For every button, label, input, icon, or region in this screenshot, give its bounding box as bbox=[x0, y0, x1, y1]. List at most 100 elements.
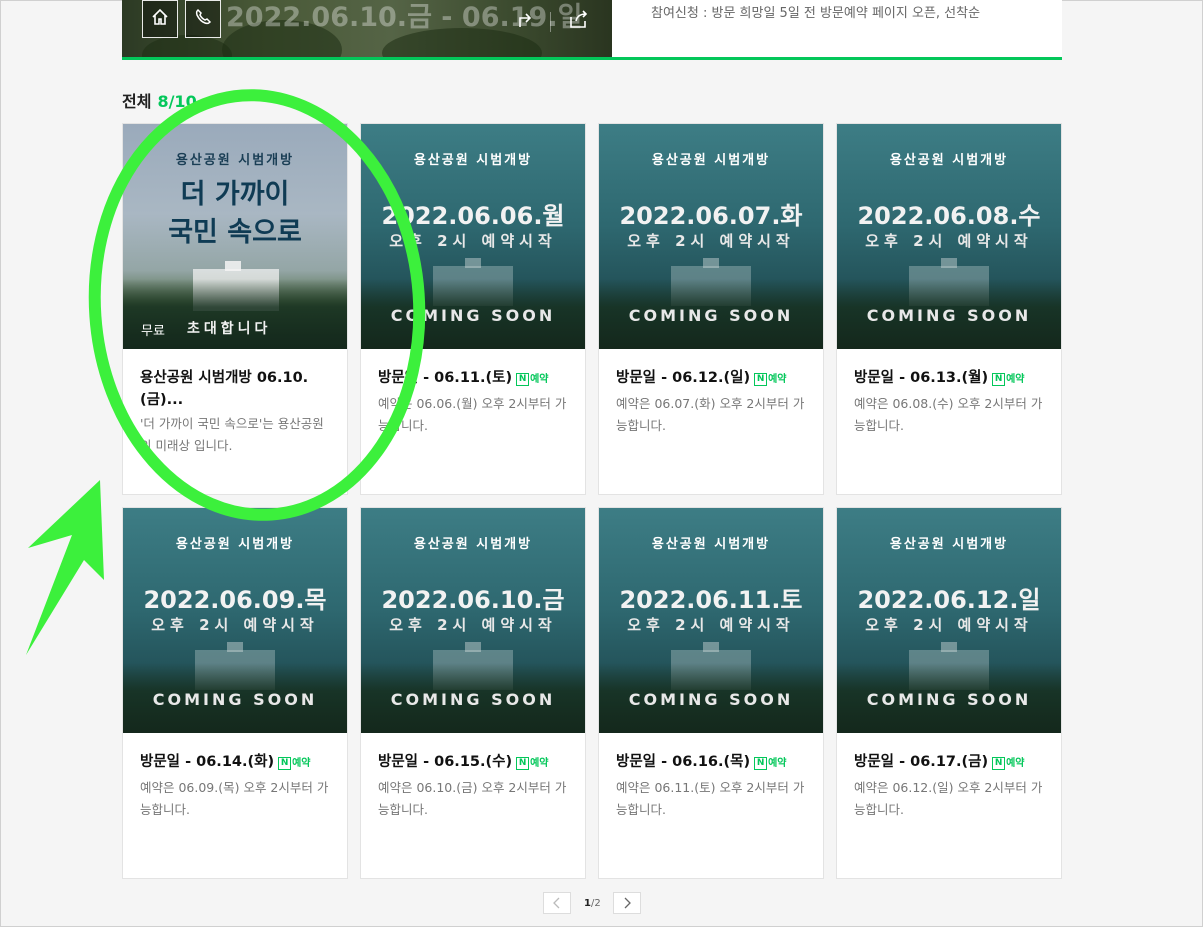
card-title[interactable]: 방문일 - 06.13.(월) N 예약 bbox=[854, 367, 1047, 391]
list-item[interactable]: 용산공원 시범개방 2022.06.08.수 오후 2시 예약시작 COMING… bbox=[836, 123, 1062, 495]
thumb-time: 오후 2시 예약시작 bbox=[627, 616, 795, 634]
thumb-time: 오후 2시 예약시작 bbox=[389, 232, 557, 250]
naver-n-icon: N bbox=[278, 757, 292, 770]
home-icon bbox=[150, 7, 170, 31]
thumb-time: 오후 2시 예약시작 bbox=[151, 616, 319, 634]
thumb-time: 오후 2시 예약시작 bbox=[389, 616, 557, 634]
thumb-coming-soon: COMING SOON bbox=[866, 690, 1032, 709]
event-banner: 2022.06.10.금 - 06.19.일 참여신청 : 방문 희망일 5일 … bbox=[122, 0, 1062, 58]
card-body: 방문일 - 06.14.(화) N 예약 예약은 06.09.(목) 오후 2시부터… bbox=[140, 751, 333, 821]
thumb-coming-soon: COMING SOON bbox=[152, 690, 318, 709]
list-count: 전체 8/10 bbox=[122, 88, 197, 112]
card-title[interactable]: 용산공원 시범개방 06.10.(금)... bbox=[140, 367, 333, 411]
reserve-label: 예약 bbox=[768, 373, 787, 385]
card-thumbnail: 용산공원 시범개방 더 가까이 국민 속으로 무료 초대합니다 bbox=[123, 124, 347, 349]
naver-reserve-badge[interactable]: N 예약 bbox=[754, 753, 787, 775]
list-item[interactable]: 용산공원 시범개방 2022.06.11.토 오후 2시 예약시작 COMING… bbox=[598, 507, 824, 879]
list-item-featured[interactable]: 용산공원 시범개방 더 가까이 국민 속으로 무료 초대합니다 용산공원 시범개… bbox=[122, 123, 348, 495]
thumb-date: 2022.06.11.토 bbox=[619, 586, 803, 614]
banner-image: 2022.06.10.금 - 06.19.일 bbox=[122, 0, 612, 58]
card-body: 방문일 - 06.16.(목) N 예약 예약은 06.11.(토) 오후 2시부터… bbox=[616, 751, 809, 821]
naver-reserve-badge[interactable]: N 예약 bbox=[992, 753, 1025, 775]
list-item[interactable]: 용산공원 시범개방 2022.06.07.화 오후 2시 예약시작 COMING… bbox=[598, 123, 824, 495]
card-body: 방문일 - 06.13.(월) N 예약 예약은 06.08.(수) 오후 2시부터… bbox=[854, 367, 1047, 437]
home-button[interactable] bbox=[142, 0, 178, 38]
banner-underline bbox=[122, 57, 1062, 60]
thumb-date: 2022.06.06.월 bbox=[381, 202, 565, 230]
card-thumbnail: 용산공원 시범개방 2022.06.09.목 오후 2시 예약시작 COMING… bbox=[123, 508, 347, 733]
directions-icon bbox=[514, 8, 536, 34]
thumb-subtitle: 용산공원 시범개방 bbox=[651, 537, 771, 552]
next-page-button[interactable] bbox=[613, 892, 641, 914]
thumb-date: 2022.06.07.화 bbox=[619, 202, 803, 230]
page-current: 1 bbox=[584, 898, 591, 909]
card-title[interactable]: 방문일 - 06.17.(금) N 예약 bbox=[854, 751, 1047, 775]
thumb-coming-soon: COMING SOON bbox=[390, 690, 556, 709]
reserve-label: 예약 bbox=[530, 373, 549, 385]
phone-icon bbox=[193, 7, 213, 31]
thumb-time: 오후 2시 예약시작 bbox=[865, 232, 1033, 250]
thumb-subtitle: 용산공원 시범개방 bbox=[889, 153, 1009, 168]
thumb-headline: 더 가까이 국민 속으로 bbox=[123, 176, 347, 252]
card-body: 방문일 - 06.11.(토) N 예약 예약은 06.06.(월) 오후 2시부터… bbox=[378, 367, 571, 437]
thumb-date: 2022.06.10.금 bbox=[381, 586, 565, 614]
naver-reserve-badge[interactable]: N 예약 bbox=[516, 369, 549, 391]
naver-n-icon: N bbox=[754, 373, 768, 386]
card-title[interactable]: 방문일 - 06.14.(화) N 예약 bbox=[140, 751, 333, 775]
card-title-text: 방문일 - 06.11.(토) bbox=[378, 370, 513, 386]
call-button[interactable] bbox=[185, 0, 221, 38]
card-body: 방문일 - 06.15.(수) N 예약 예약은 06.10.(금) 오후 2시부터… bbox=[378, 751, 571, 821]
free-badge: 무료 bbox=[141, 324, 165, 339]
page-total: /2 bbox=[590, 898, 601, 909]
reserve-label: 예약 bbox=[292, 757, 311, 769]
list-item[interactable]: 용산공원 시범개방 2022.06.09.목 오후 2시 예약시작 COMING… bbox=[122, 507, 348, 879]
card-title-text: 방문일 - 06.16.(목) bbox=[616, 754, 751, 770]
card-description: 예약은 06.07.(화) 오후 2시부터 가능합니다. bbox=[616, 395, 805, 433]
thumb-coming-soon: COMING SOON bbox=[390, 306, 556, 325]
card-title[interactable]: 방문일 - 06.16.(목) N 예약 bbox=[616, 751, 809, 775]
card-description: 예약은 06.09.(목) 오후 2시부터 가능합니다. bbox=[140, 779, 329, 817]
thumb-subtitle: 용산공원 시범개방 bbox=[889, 537, 1009, 552]
card-title-text: 방문일 - 06.15.(수) bbox=[378, 754, 513, 770]
card-title-text: 방문일 - 06.14.(화) bbox=[140, 754, 275, 770]
card-thumbnail: 용산공원 시범개방 2022.06.07.화 오후 2시 예약시작 COMING… bbox=[599, 124, 823, 349]
list-item[interactable]: 용산공원 시범개방 2022.06.10.금 오후 2시 예약시작 COMING… bbox=[360, 507, 586, 879]
naver-reserve-badge[interactable]: N 예약 bbox=[278, 753, 311, 775]
thumb-headline-line2: 국민 속으로 bbox=[168, 217, 302, 248]
list-item[interactable]: 용산공원 시범개방 2022.06.12.일 오후 2시 예약시작 COMING… bbox=[836, 507, 1062, 879]
card-body: 방문일 - 06.17.(금) N 예약 예약은 06.12.(일) 오후 2시부터… bbox=[854, 751, 1047, 821]
naver-reserve-badge[interactable]: N 예약 bbox=[516, 753, 549, 775]
thumb-date: 2022.06.09.목 bbox=[143, 586, 327, 614]
reserve-label: 예약 bbox=[530, 757, 549, 769]
card-thumbnail: 용산공원 시범개방 2022.06.10.금 오후 2시 예약시작 COMING… bbox=[361, 508, 585, 733]
directions-button[interactable] bbox=[514, 10, 536, 32]
thumb-subtitle: 용산공원 시범개방 bbox=[175, 537, 295, 552]
card-description: 예약은 06.08.(수) 오후 2시부터 가능합니다. bbox=[854, 395, 1043, 433]
thumb-coming-soon: COMING SOON bbox=[866, 306, 1032, 325]
share-icon bbox=[568, 8, 590, 34]
naver-reserve-badge[interactable]: N 예약 bbox=[992, 369, 1025, 391]
list-item[interactable]: 용산공원 시범개방 2022.06.06.월 오후 2시 예약시작 COMING… bbox=[360, 123, 586, 495]
share-button[interactable] bbox=[568, 10, 590, 32]
reserve-label: 예약 bbox=[1006, 757, 1025, 769]
page-indicator: 1/2 bbox=[584, 898, 601, 909]
thumb-subtitle: 용산공원 시범개방 bbox=[651, 153, 771, 168]
naver-n-icon: N bbox=[516, 757, 530, 770]
list-count-value: 8/10 bbox=[157, 92, 197, 111]
thumb-coming-soon: COMING SOON bbox=[628, 690, 794, 709]
thumb-subtitle: 용산공원 시범개방 bbox=[175, 153, 295, 168]
card-title-text: 방문일 - 06.13.(월) bbox=[854, 370, 989, 386]
thumb-time: 오후 2시 예약시작 bbox=[865, 616, 1033, 634]
card-title-text: 방문일 - 06.12.(일) bbox=[616, 370, 751, 386]
card-title[interactable]: 방문일 - 06.11.(토) N 예약 bbox=[378, 367, 571, 391]
prev-page-button[interactable] bbox=[543, 892, 571, 914]
naver-n-icon: N bbox=[992, 373, 1006, 386]
naver-reserve-badge[interactable]: N 예약 bbox=[754, 369, 787, 391]
thumb-time: 오후 2시 예약시작 bbox=[627, 232, 795, 250]
reserve-label: 예약 bbox=[1006, 373, 1025, 385]
card-title[interactable]: 방문일 - 06.12.(일) N 예약 bbox=[616, 367, 809, 391]
card-thumbnail: 용산공원 시범개방 2022.06.11.토 오후 2시 예약시작 COMING… bbox=[599, 508, 823, 733]
card-title[interactable]: 방문일 - 06.15.(수) N 예약 bbox=[378, 751, 571, 775]
card-description: 예약은 06.11.(토) 오후 2시부터 가능합니다. bbox=[616, 779, 805, 817]
reserve-label: 예약 bbox=[768, 757, 787, 769]
